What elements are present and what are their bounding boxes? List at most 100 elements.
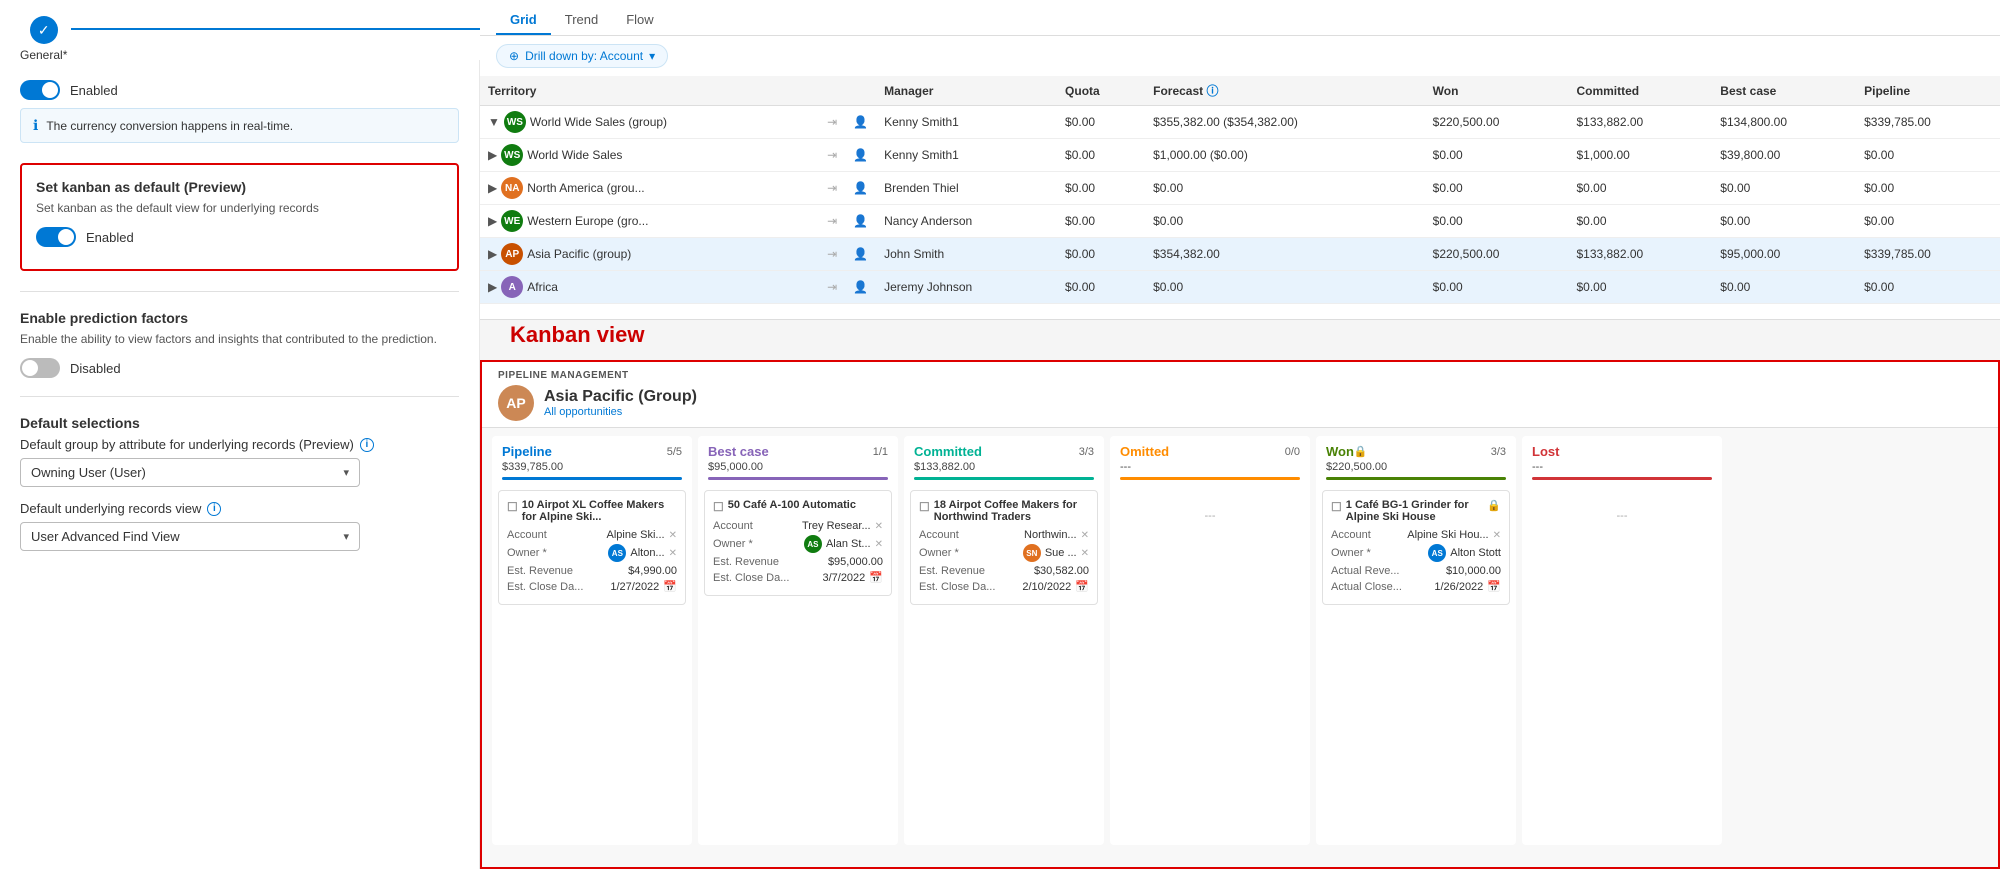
remove-owner-icon[interactable]: ✕ (669, 548, 677, 559)
card-est-revenue: Est. Revenue $95,000.00 (713, 556, 883, 568)
col-header-committed: Committed (1568, 76, 1712, 106)
drill-down-button[interactable]: ⊕ Drill down by: Account ▾ (496, 44, 668, 68)
kanban-column-won: Won 🔒 3/3 $220,500.00 ☐ 1 Café BG-1 Grin… (1316, 436, 1516, 845)
link-icon[interactable]: ⇥ (827, 148, 837, 162)
owner-avatar: AS (608, 544, 626, 562)
card-lock-icon: 🔒 (1487, 499, 1501, 512)
view-info-icon[interactable]: i (207, 502, 221, 516)
link-icon[interactable]: ⇥ (827, 115, 837, 129)
tab-flow[interactable]: Flow (612, 6, 667, 35)
cell-quota: $0.00 (1057, 172, 1145, 205)
calendar-icon[interactable]: 📅 (869, 571, 883, 584)
link-icon[interactable]: ⇥ (827, 214, 837, 228)
user-icon[interactable]: 👤 (853, 214, 868, 228)
user-icon[interactable]: 👤 (853, 148, 868, 162)
card-title: ☐ 1 Café BG-1 Grinder for Alpine Ski Hou… (1331, 499, 1501, 523)
card-owner: Owner * AS Alan St... ✕ (713, 535, 883, 553)
tab-grid[interactable]: Grid (496, 6, 551, 35)
group-attr-info-icon[interactable]: i (360, 438, 374, 452)
expand-icon[interactable]: ▶ (488, 214, 497, 228)
table-row[interactable]: ▶ WS World Wide Sales ⇥ 👤 Kenny Smith1 $… (480, 139, 2000, 172)
remove-account-icon[interactable]: ✕ (1493, 530, 1501, 541)
tab-trend[interactable]: Trend (551, 6, 612, 35)
col-bar (1326, 477, 1506, 480)
kanban-title-row: AP Asia Pacific (Group) All opportunitie… (498, 385, 1982, 421)
group-attr-value: Owning User (User) (31, 465, 146, 480)
col-title-row: Committed 3/3 (914, 444, 1094, 459)
remove-owner-icon[interactable]: ✕ (875, 539, 883, 550)
cell-forecast: $0.00 (1145, 172, 1425, 205)
cell-pipeline: $0.00 (1856, 304, 2000, 307)
wizard-step-general[interactable]: ✓ General* (20, 16, 67, 62)
kanban-toggle-row: Enabled (36, 227, 443, 247)
card-owner: Owner * SN Sue ... ✕ (919, 544, 1089, 562)
link-icon[interactable]: ⇥ (827, 181, 837, 195)
table-row[interactable]: ▶ A Africa ⇥ 👤 Jeremy Johnson $0.00 $0.0… (480, 271, 2000, 304)
remove-account-icon[interactable]: ✕ (875, 521, 883, 532)
cell-committed: $0.00 (1568, 205, 1712, 238)
group-attr-select[interactable]: Owning User (User) ▾ (20, 458, 360, 487)
cell-manager: Jeremy Johnson (876, 271, 1057, 304)
table-row[interactable]: ▶ NA North America (grou... ⇥ 👤 Brenden … (480, 172, 2000, 205)
remove-account-icon[interactable]: ✕ (669, 530, 677, 541)
col-title-text: Best case (708, 444, 769, 459)
user-icon[interactable]: 👤 (853, 280, 868, 294)
view-select[interactable]: User Advanced Find View ▾ (20, 522, 360, 551)
table-row[interactable]: ▼ WS World Wide Sales (group) ⇥ 👤 Kenny … (480, 106, 2000, 139)
table-row[interactable]: ▶ AP Asia Pacific (group) ⇥ 👤 John Smith… (480, 238, 2000, 271)
calendar-icon[interactable]: 📅 (663, 580, 677, 593)
kanban-title: Asia Pacific (Group) (544, 388, 697, 406)
expand-icon[interactable]: ▼ (488, 115, 500, 129)
col-bar (914, 477, 1094, 480)
pipeline-management-label: PIPELINE MANAGEMENT (498, 370, 1982, 381)
col-amount: --- (1120, 461, 1300, 473)
main-enabled-row: Enabled (20, 80, 459, 100)
user-icon[interactable]: 👤 (853, 115, 868, 129)
calendar-icon[interactable]: 📅 (1075, 580, 1089, 593)
kanban-card[interactable]: ☐ 1 Café BG-1 Grinder for Alpine Ski Hou… (1322, 490, 1510, 605)
cell-committed: $0.00 (1568, 271, 1712, 304)
prediction-toggle[interactable] (20, 358, 60, 378)
link-icon[interactable]: ⇥ (827, 247, 837, 261)
card-actual-close: Actual Close... 1/26/2022 📅 (1331, 580, 1501, 593)
expand-icon[interactable]: ▶ (488, 247, 497, 261)
cell-won: $0.00 (1425, 205, 1569, 238)
prediction-toggle-row: Disabled (20, 358, 459, 378)
kanban-columns: Pipeline 5/5 $339,785.00 ☐ 10 Airpot XL … (482, 428, 1998, 853)
divider-2 (20, 396, 459, 397)
cell-won: $0.00 (1425, 172, 1569, 205)
kanban-card[interactable]: ☐ 50 Café A-100 Automatic Account Trey R… (704, 490, 892, 596)
cell-quota: $0.00 (1057, 238, 1145, 271)
expand-icon[interactable]: ▶ (488, 148, 497, 162)
col-bar (502, 477, 682, 480)
drill-icon: ⊕ (509, 49, 519, 63)
remove-account-icon[interactable]: ✕ (1081, 530, 1089, 541)
expand-icon[interactable]: ▶ (488, 181, 497, 195)
prediction-section: Enable prediction factors Enable the abi… (20, 310, 459, 378)
cell-manager: Brenden Thiel (876, 172, 1057, 205)
col-count: 5/5 (667, 446, 682, 458)
kanban-enabled-toggle[interactable] (36, 227, 76, 247)
cell-forecast: $0.00 (1145, 271, 1425, 304)
col-header-pipeline: Pipeline (1856, 76, 2000, 106)
expand-icon[interactable]: ▶ (488, 280, 497, 294)
cell-bestcase: $0.00 (1712, 205, 1856, 238)
main-enabled-toggle[interactable] (20, 80, 60, 100)
link-icon[interactable]: ⇥ (827, 280, 837, 294)
col-header-quota: Quota (1057, 76, 1145, 106)
cell-committed: $1,000.00 (1568, 139, 1712, 172)
cell-icon-1: ⇥ (819, 139, 845, 172)
col-header-manager-icon (845, 76, 876, 106)
view-label: Default underlying records view i (20, 501, 459, 516)
kanban-card[interactable]: ☐ 18 Airpot Coffee Makers for Northwind … (910, 490, 1098, 605)
user-icon[interactable]: 👤 (853, 181, 868, 195)
kanban-card[interactable]: ☐ 10 Airpot XL Coffee Makers for Alpine … (498, 490, 686, 605)
remove-owner-icon[interactable]: ✕ (1081, 548, 1089, 559)
table-row[interactable]: ▶ WE Western Europe (gro... ⇥ 👤 Nancy An… (480, 205, 2000, 238)
col-amount: $133,882.00 (914, 461, 1094, 473)
card-title: ☐ 18 Airpot Coffee Makers for Northwind … (919, 499, 1089, 523)
user-icon[interactable]: 👤 (853, 247, 868, 261)
table-row[interactable]: ▶ SA South America ⇥ 👤 Alton Stott $0.00… (480, 304, 2000, 307)
cell-pipeline: $0.00 (1856, 271, 2000, 304)
calendar-icon[interactable]: 📅 (1487, 580, 1501, 593)
